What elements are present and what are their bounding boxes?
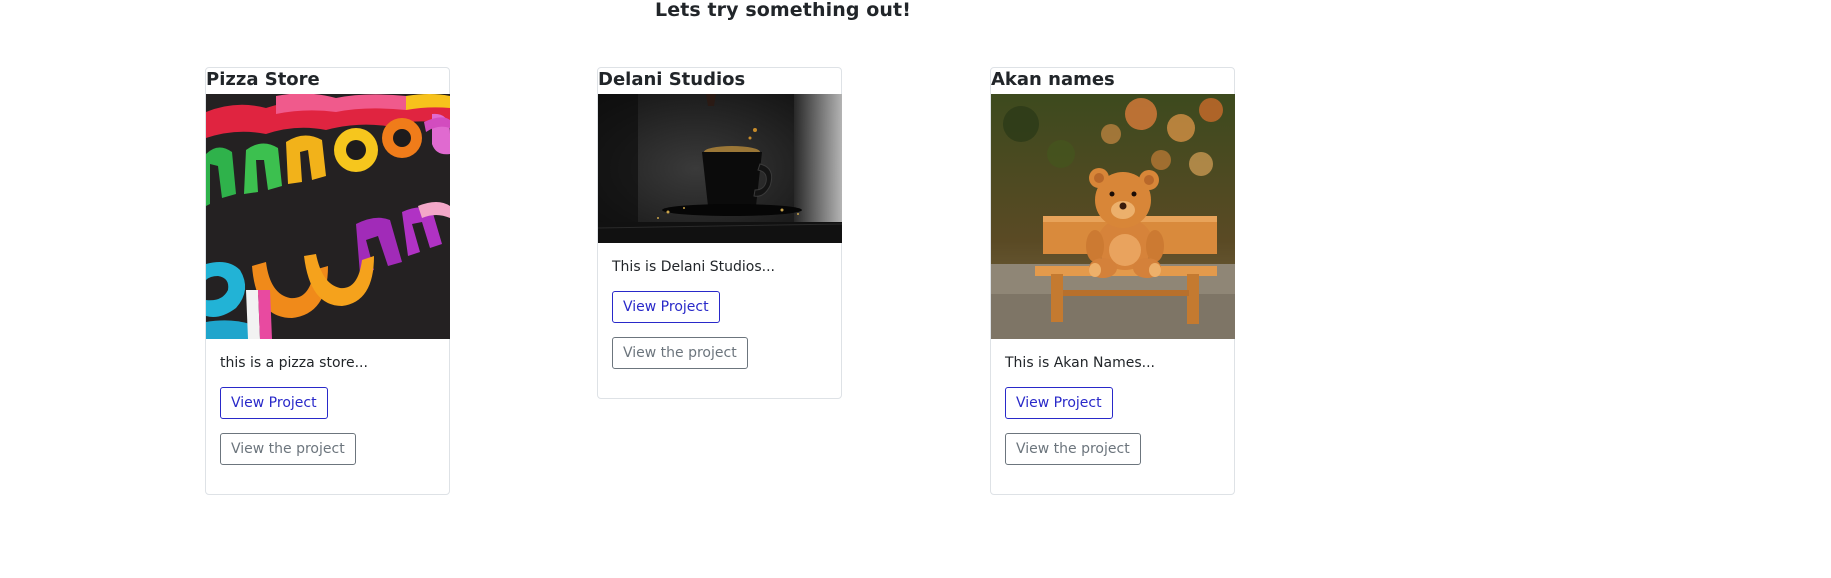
view-the-project-button[interactable]: View the project (220, 433, 356, 465)
card-description: this is a pizza store... (220, 355, 368, 371)
coffee-cup-picture (598, 94, 842, 243)
project-card-pizza-store: Pizza Store this is a pizza store... Vie… (205, 67, 450, 495)
felt-letters-picture (206, 94, 450, 339)
card-title: Akan names (991, 69, 1115, 90)
view-the-project-button[interactable]: View the project (612, 337, 748, 369)
card-image (991, 94, 1235, 339)
page-headline: Lets try something out! (655, 0, 911, 21)
card-title: Delani Studios (598, 69, 746, 90)
view-project-button[interactable]: View Project (1005, 387, 1113, 419)
card-description: This is Delani Studios... (612, 259, 776, 275)
card-image (206, 94, 450, 339)
teddy-bear-picture (991, 94, 1235, 339)
card-description: This is Akan Names... (1005, 355, 1155, 371)
project-card-akan-names: Akan names This is Akan Names... View Pr… (990, 67, 1235, 495)
view-the-project-button[interactable]: View the project (1005, 433, 1141, 465)
view-project-button[interactable]: View Project (612, 291, 720, 323)
card-title: Pizza Store (206, 69, 320, 90)
project-card-delani-studios: Delani Studios This is Delani Studios...… (597, 67, 842, 399)
card-image (598, 94, 842, 243)
view-project-button[interactable]: View Project (220, 387, 328, 419)
page: Lets try something out! Pizza Store this… (0, 0, 1831, 578)
